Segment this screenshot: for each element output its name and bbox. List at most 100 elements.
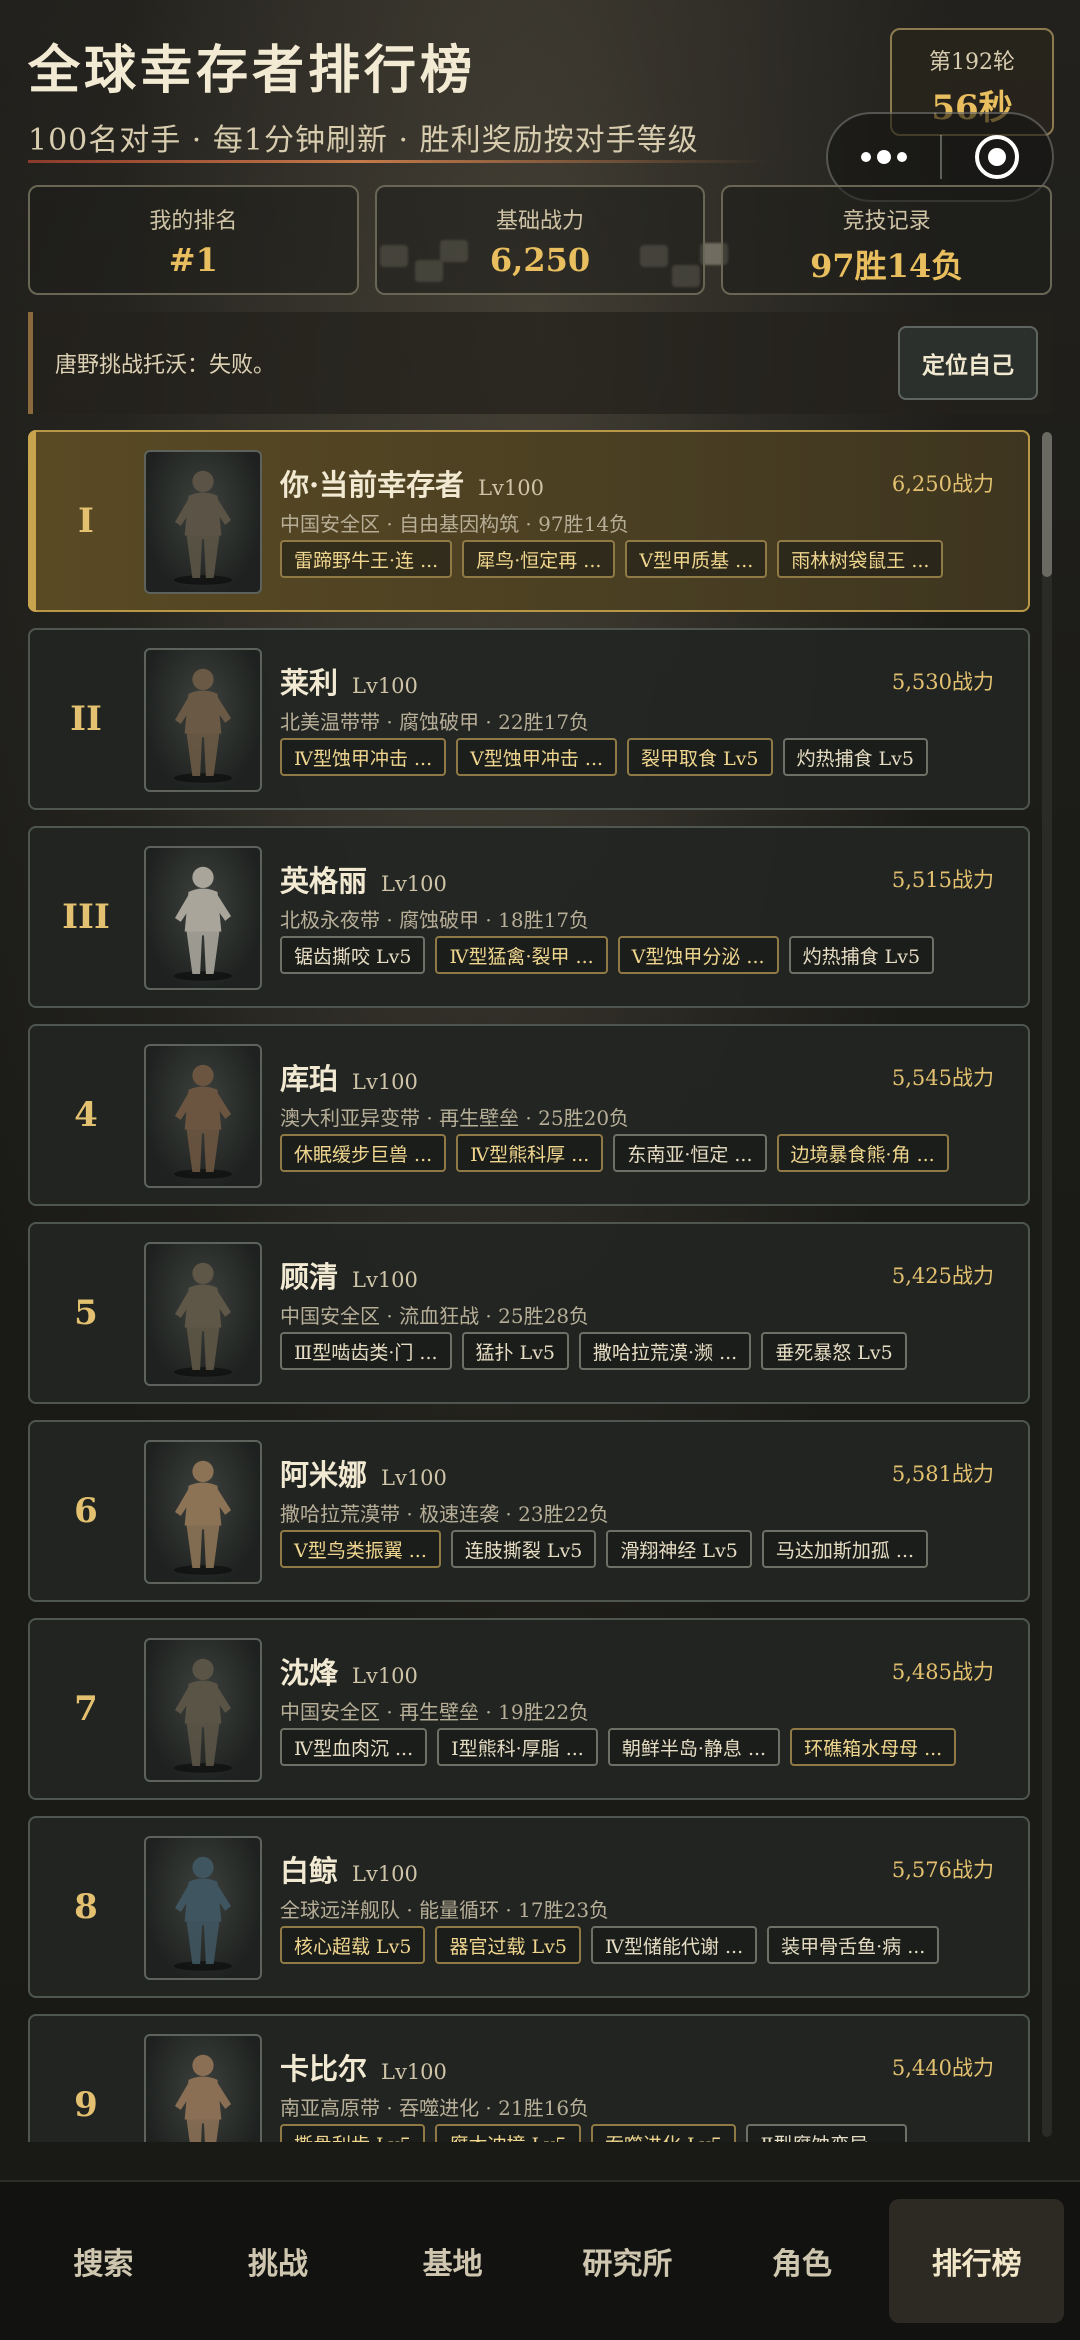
skill-tag[interactable]: Ⅳ型储能代谢 ... bbox=[590, 1926, 758, 1964]
player-level: Lv100 bbox=[381, 1466, 447, 1490]
scrollbar-thumb[interactable] bbox=[1042, 432, 1052, 577]
skill-tag[interactable]: 雨林树袋鼠王 ... bbox=[777, 540, 944, 578]
skill-tag[interactable]: 裂甲取食 Lv5 bbox=[627, 738, 773, 776]
skill-tag[interactable]: Ⅰ型熊科·厚脂 ... bbox=[437, 1728, 598, 1766]
player-meta: 北极永夜带 · 腐蚀破甲 · 18胜17负 bbox=[280, 908, 590, 932]
player-meta: 全球远洋舰队 · 能量循环 · 17胜23负 bbox=[280, 1898, 610, 1922]
nav-tab[interactable]: 排行榜 bbox=[889, 2199, 1065, 2323]
stat-label: 竞技记录 bbox=[842, 209, 931, 234]
player-portrait[interactable] bbox=[144, 1440, 262, 1584]
round-label: 第192轮 bbox=[929, 50, 1015, 75]
player-portrait[interactable] bbox=[144, 1242, 262, 1386]
player-portrait[interactable] bbox=[144, 450, 262, 594]
skill-tag[interactable]: Ⅳ型蚀甲冲击 ... bbox=[280, 738, 447, 776]
player-meta: 中国安全区 · 自由基因构筑 · 97胜14负 bbox=[280, 512, 630, 536]
skill-tags: Ⅲ型啮齿类·门 ... 猛扑 Lv5 撒哈拉荒漠·濒 ... 垂死暴怒 Lv5 bbox=[280, 1332, 907, 1370]
player-level: Lv100 bbox=[381, 872, 447, 896]
player-power: 5,440战力 bbox=[891, 2056, 994, 2080]
bottom-nav: 搜索 挑战 基地 研究所 角色 排行榜 bbox=[0, 2180, 1080, 2340]
locate-self-button[interactable]: 定位自己 bbox=[898, 326, 1038, 400]
player-name: 英格丽 bbox=[280, 864, 368, 898]
player-portrait[interactable] bbox=[144, 846, 262, 990]
skill-tag[interactable]: 休眠缓步巨兽 ... bbox=[280, 1134, 447, 1172]
target-close-icon[interactable] bbox=[942, 135, 1052, 179]
player-portrait[interactable] bbox=[144, 2034, 262, 2142]
skill-tag[interactable]: 器官过载 Lv5 bbox=[435, 1926, 581, 1964]
skill-tag[interactable]: Ⅳ型猛禽·裂甲 ... bbox=[435, 936, 608, 974]
title-divider bbox=[28, 160, 768, 163]
player-portrait[interactable] bbox=[144, 648, 262, 792]
skill-tag[interactable]: 灼热捕食 Lv5 bbox=[782, 738, 928, 776]
leaderboard-row[interactable]: 6 阿米娜 Lv100 5,581战力 撒哈拉荒漠带 · 极速连袭 · 23胜22负 V型… bbox=[28, 1420, 1030, 1602]
skill-tag[interactable]: V型蚀甲冲击 ... bbox=[456, 738, 618, 776]
skill-tag[interactable]: 雷蹄野牛王·连 ... bbox=[280, 540, 453, 578]
player-name: 你·当前幸存者 bbox=[280, 468, 465, 502]
skill-tag[interactable]: 锯齿撕咬 Lv5 bbox=[280, 936, 426, 974]
skill-tag[interactable]: Ⅳ型血肉沉 ... bbox=[280, 1728, 428, 1766]
nav-tab[interactable]: 角色 bbox=[715, 2199, 890, 2323]
leaderboard-row[interactable]: I 你·当前幸存者 Lv100 6,250战力 中国安全区 · 自由基因构筑 · 97胜… bbox=[28, 430, 1030, 612]
nav-tab[interactable]: 挑战 bbox=[191, 2199, 366, 2323]
player-level: Lv100 bbox=[352, 1070, 418, 1094]
player-portrait[interactable] bbox=[144, 1836, 262, 1980]
arena-record-card: 竞技记录 97胜14负 bbox=[721, 185, 1053, 295]
player-portrait[interactable] bbox=[144, 1638, 262, 1782]
nav-tab[interactable]: 搜索 bbox=[16, 2199, 191, 2323]
skill-tag[interactable]: 东南亚·恒定 ... bbox=[613, 1134, 767, 1172]
player-power: 5,530战力 bbox=[891, 670, 994, 694]
leaderboard-row[interactable]: 7 沈烽 Lv100 5,485战力 中国安全区 · 再生壁垒 · 19胜22负 Ⅳ型血肉… bbox=[28, 1618, 1030, 1800]
skill-tag[interactable]: 吞噬进化 Lv5 bbox=[590, 2124, 737, 2142]
skill-tag[interactable]: 垂死暴怒 Lv5 bbox=[761, 1332, 907, 1370]
stat-value: #1 bbox=[168, 241, 218, 279]
skill-tag[interactable]: 撕骨利齿 Lv5 bbox=[280, 2124, 426, 2142]
battle-log-text: 唐野挑战托沃：失败。 bbox=[55, 353, 276, 378]
leaderboard-list[interactable]: I 你·当前幸存者 Lv100 6,250战力 中国安全区 · 自由基因构筑 · 97胜… bbox=[28, 430, 1030, 2142]
player-meta: 中国安全区 · 流血狂战 · 25胜28负 bbox=[280, 1304, 590, 1328]
player-meta: 中国安全区 · 再生壁垒 · 19胜22负 bbox=[280, 1700, 590, 1724]
skill-tag[interactable]: 滑翔神经 Lv5 bbox=[606, 1530, 752, 1568]
skill-tag[interactable]: Ⅲ型啮齿类·门 ... bbox=[280, 1332, 452, 1370]
player-level: Lv100 bbox=[352, 1862, 418, 1886]
leaderboard-row[interactable]: III 英格丽 Lv100 5,515战力 北极永夜带 · 腐蚀破甲 · 18胜17负锯… bbox=[28, 826, 1030, 1008]
player-meta: 澳大利亚异变带 · 再生壁垒 · 25胜20负 bbox=[280, 1106, 630, 1130]
skill-tag[interactable]: V型鸟类振翼 ... bbox=[280, 1530, 441, 1568]
player-name-line: 库珀 Lv100 bbox=[280, 1056, 418, 1098]
skill-tag[interactable]: 环礁箱水母母 ... bbox=[790, 1728, 957, 1766]
player-level: Lv100 bbox=[352, 1664, 418, 1688]
rank-number: 4 bbox=[74, 1095, 98, 1135]
skill-tag[interactable]: 撒哈拉荒漠·濒 ... bbox=[579, 1332, 752, 1370]
leaderboard-row[interactable]: 8 白鲸 Lv100 5,576战力 全球远洋舰队 · 能量循环 · 17胜23负 核心超… bbox=[28, 1816, 1030, 1998]
leaderboard-row[interactable]: 9 卡比尔 Lv100 5,440战力南亚高原带 · 吞噬进化 · 21胜16负撕骨利… bbox=[28, 2014, 1030, 2142]
skill-tags: Ⅳ型血肉沉 ... Ⅰ型熊科·厚脂 ... 朝鲜半岛·静息 ... 环礁箱水母母 ..… bbox=[280, 1728, 957, 1766]
skill-tag[interactable]: 朝鲜半岛·静息 ... bbox=[607, 1728, 781, 1766]
skill-tag[interactable]: 马达加斯加孤 ... bbox=[761, 1530, 929, 1568]
skill-tag[interactable]: 装甲骨舌鱼·病 ... bbox=[767, 1926, 940, 1964]
skill-tag[interactable]: 边境暴食熊·角 ... bbox=[776, 1134, 949, 1172]
scrollbar[interactable] bbox=[1042, 432, 1052, 2137]
skill-tag[interactable]: Ⅱ型腐蚀变异 ... bbox=[746, 2124, 907, 2142]
skill-tag[interactable]: Ⅳ型熊科厚 ... bbox=[456, 1134, 604, 1172]
nav-tab[interactable]: 基地 bbox=[365, 2199, 540, 2323]
skill-tags: 休眠缓步巨兽 ... Ⅳ型熊科厚 ... 东南亚·恒定 ... 边境暴食熊·角 ... bbox=[280, 1134, 949, 1172]
player-name-line: 莱利 Lv100 bbox=[280, 660, 418, 702]
leaderboard-row[interactable]: 4 库珀 Lv100 5,545战力 澳大利亚异变带 · 再生壁垒 · 25胜20负 休眠… bbox=[28, 1024, 1030, 1206]
player-name: 莱利 bbox=[280, 666, 339, 700]
player-name: 白鲸 bbox=[280, 1854, 339, 1888]
nav-tab[interactable]: 研究所 bbox=[540, 2199, 715, 2323]
skill-tag[interactable]: V型甲质基 ... bbox=[625, 540, 768, 578]
player-power: 6,250战力 bbox=[891, 472, 994, 496]
skill-tag[interactable]: 猛扑 Lv5 bbox=[461, 1332, 570, 1370]
leaderboard-row[interactable]: II 莱利 Lv100 5,530战力 北美温带带 · 腐蚀破甲 · 22胜17负 Ⅳ型蚀… bbox=[28, 628, 1030, 810]
skill-tag[interactable]: 核心超载 Lv5 bbox=[280, 1926, 426, 1964]
skill-tag[interactable]: 灼热捕食 Lv5 bbox=[788, 936, 935, 974]
skill-tag[interactable]: 腐木冲撞 Lv5 bbox=[435, 2124, 581, 2142]
leaderboard-row[interactable]: 5 顾清 Lv100 5,425战力 中国安全区 · 流血狂战 · 25胜28负 Ⅲ型啮齿… bbox=[28, 1222, 1030, 1404]
player-portrait[interactable] bbox=[144, 1044, 262, 1188]
skill-tag[interactable]: V型蚀甲分泌 ... bbox=[617, 936, 779, 974]
skill-tag[interactable]: 连肢撕裂 Lv5 bbox=[450, 1530, 597, 1568]
rank-number: II bbox=[70, 699, 102, 739]
skill-tags: 核心超载 Lv5 器官过载 Lv5 Ⅳ型储能代谢 ... 装甲骨舌鱼·病 ... bbox=[280, 1926, 940, 1964]
player-meta: 南亚高原带 · 吞噬进化 · 21胜16负 bbox=[280, 2096, 590, 2120]
skill-tag[interactable]: 犀鸟·恒定再 ... bbox=[462, 540, 616, 578]
skill-tags: V型鸟类振翼 ... 连肢撕裂 Lv5 滑翔神经 Lv5 马达加斯加孤 ... bbox=[280, 1530, 929, 1568]
